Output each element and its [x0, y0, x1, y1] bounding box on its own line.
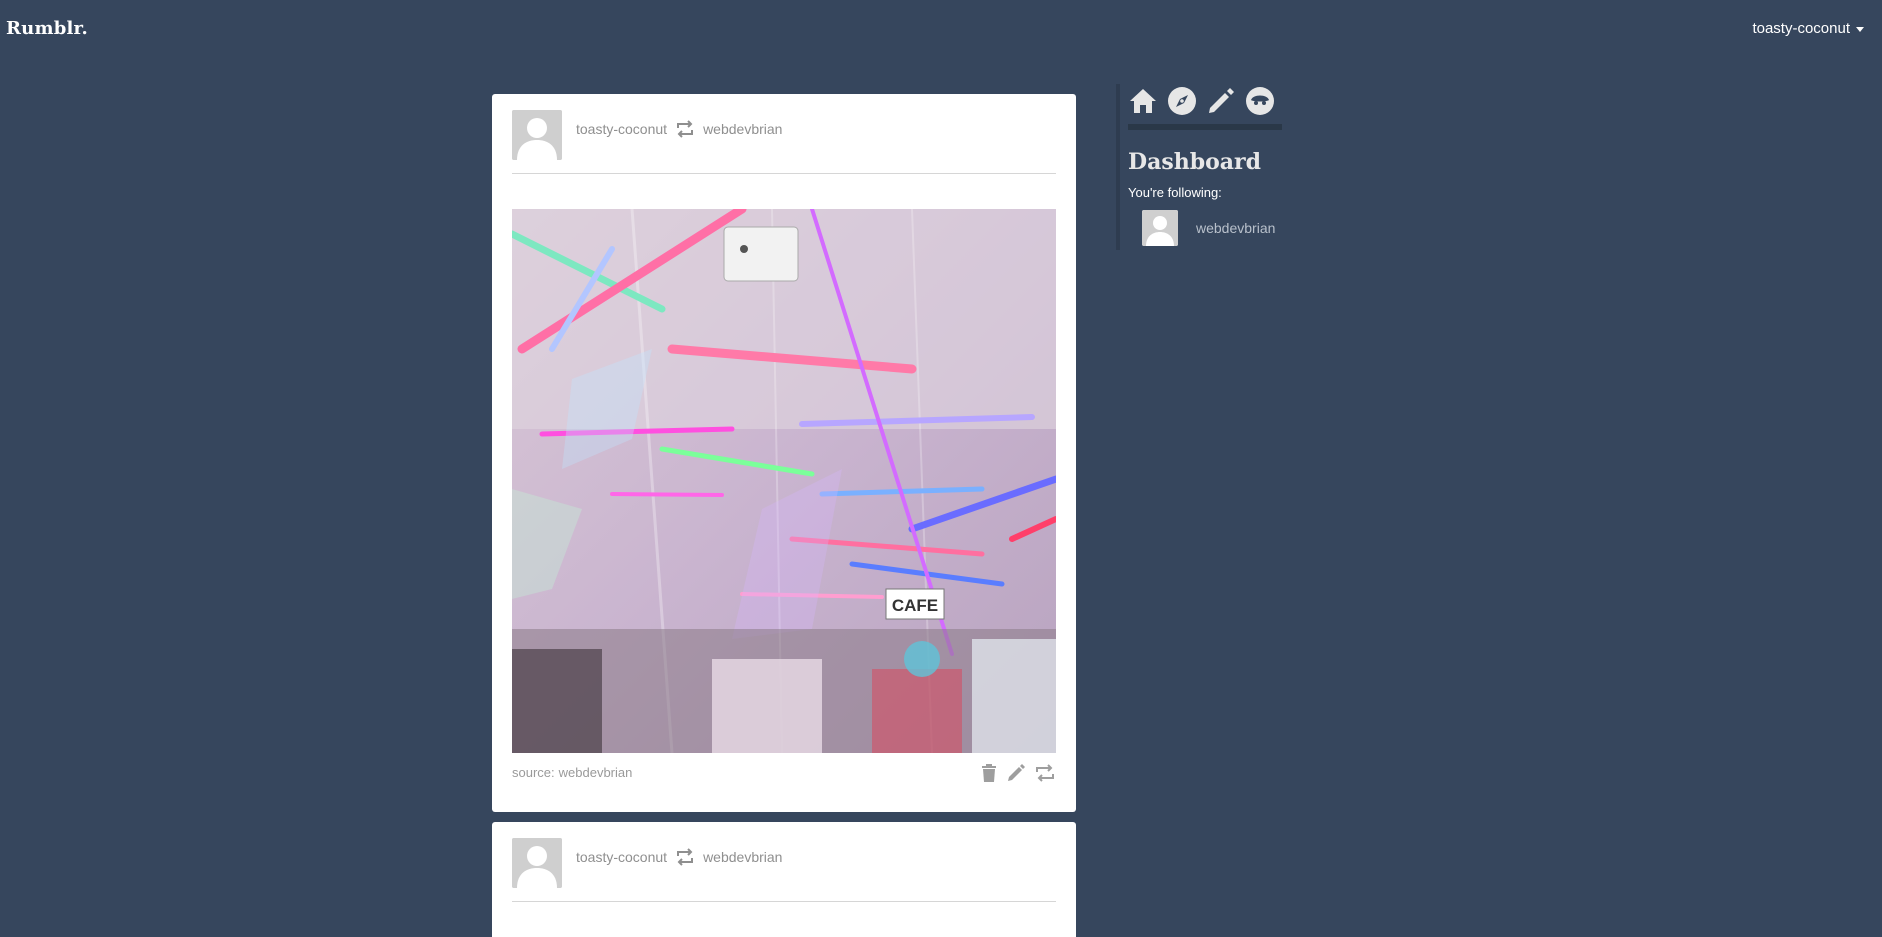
reblog-icon[interactable] — [1034, 763, 1056, 783]
username[interactable]: toasty-coconut — [1752, 20, 1850, 37]
user-menu[interactable]: toasty-coconut — [1752, 20, 1864, 37]
avatar[interactable] — [512, 838, 562, 888]
app-logo[interactable]: Rumblr. — [6, 18, 88, 39]
post-meta: toasty-coconut webdevbrian — [576, 848, 782, 866]
post-actions — [980, 763, 1056, 783]
post-meta: toasty-coconut webdevbrian — [576, 120, 782, 138]
reblog-icon — [675, 120, 695, 138]
sidebar-nav — [1128, 86, 1282, 130]
post-header: toasty-coconut webdevbrian — [512, 838, 1056, 902]
avatar[interactable] — [512, 110, 562, 160]
caret-down-icon[interactable] — [1856, 27, 1864, 32]
post-card: toasty-coconut webdevbrian — [492, 822, 1076, 937]
post-image[interactable]: CAFE — [512, 209, 1056, 753]
post-author[interactable]: toasty-coconut — [576, 121, 667, 137]
home-icon[interactable] — [1128, 86, 1158, 116]
cafe-sign-text: CAFE — [892, 596, 938, 615]
create-post-icon[interactable] — [1206, 86, 1236, 116]
explore-icon[interactable] — [1167, 86, 1197, 116]
source-label: source: — [512, 765, 555, 780]
profile-icon[interactable] — [1245, 86, 1275, 116]
post-footer: source: webdevbrian — [512, 763, 1056, 791]
avatar[interactable] — [1142, 210, 1178, 246]
top-bar: Rumblr. toasty-coconut — [0, 0, 1882, 58]
post-source: source: webdevbrian — [512, 765, 632, 780]
following-item[interactable]: webdevbrian — [1142, 210, 1282, 246]
edit-icon[interactable] — [1006, 763, 1026, 783]
sidebar: Dashboard You're following: webdevbrian — [1116, 84, 1282, 250]
source-name[interactable]: webdevbrian — [559, 765, 633, 780]
post-card: toasty-coconut webdevbrian — [492, 94, 1076, 812]
reblogged-from[interactable]: webdevbrian — [703, 849, 782, 865]
post-author[interactable]: toasty-coconut — [576, 849, 667, 865]
post-header: toasty-coconut webdevbrian — [512, 110, 1056, 174]
following-name[interactable]: webdevbrian — [1196, 220, 1275, 236]
page-title: Dashboard — [1128, 149, 1261, 175]
trash-icon[interactable] — [980, 763, 998, 783]
reblogged-from[interactable]: webdevbrian — [703, 121, 782, 137]
following-label: You're following: — [1128, 185, 1222, 200]
reblog-icon — [675, 848, 695, 866]
